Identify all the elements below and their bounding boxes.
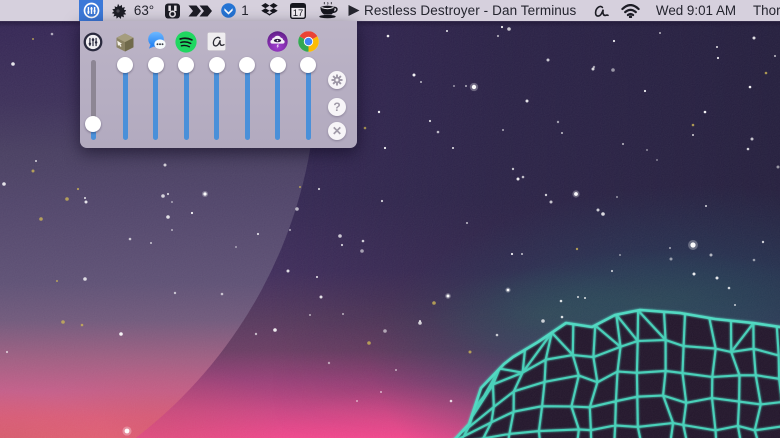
svg-text:17: 17 xyxy=(293,8,304,19)
